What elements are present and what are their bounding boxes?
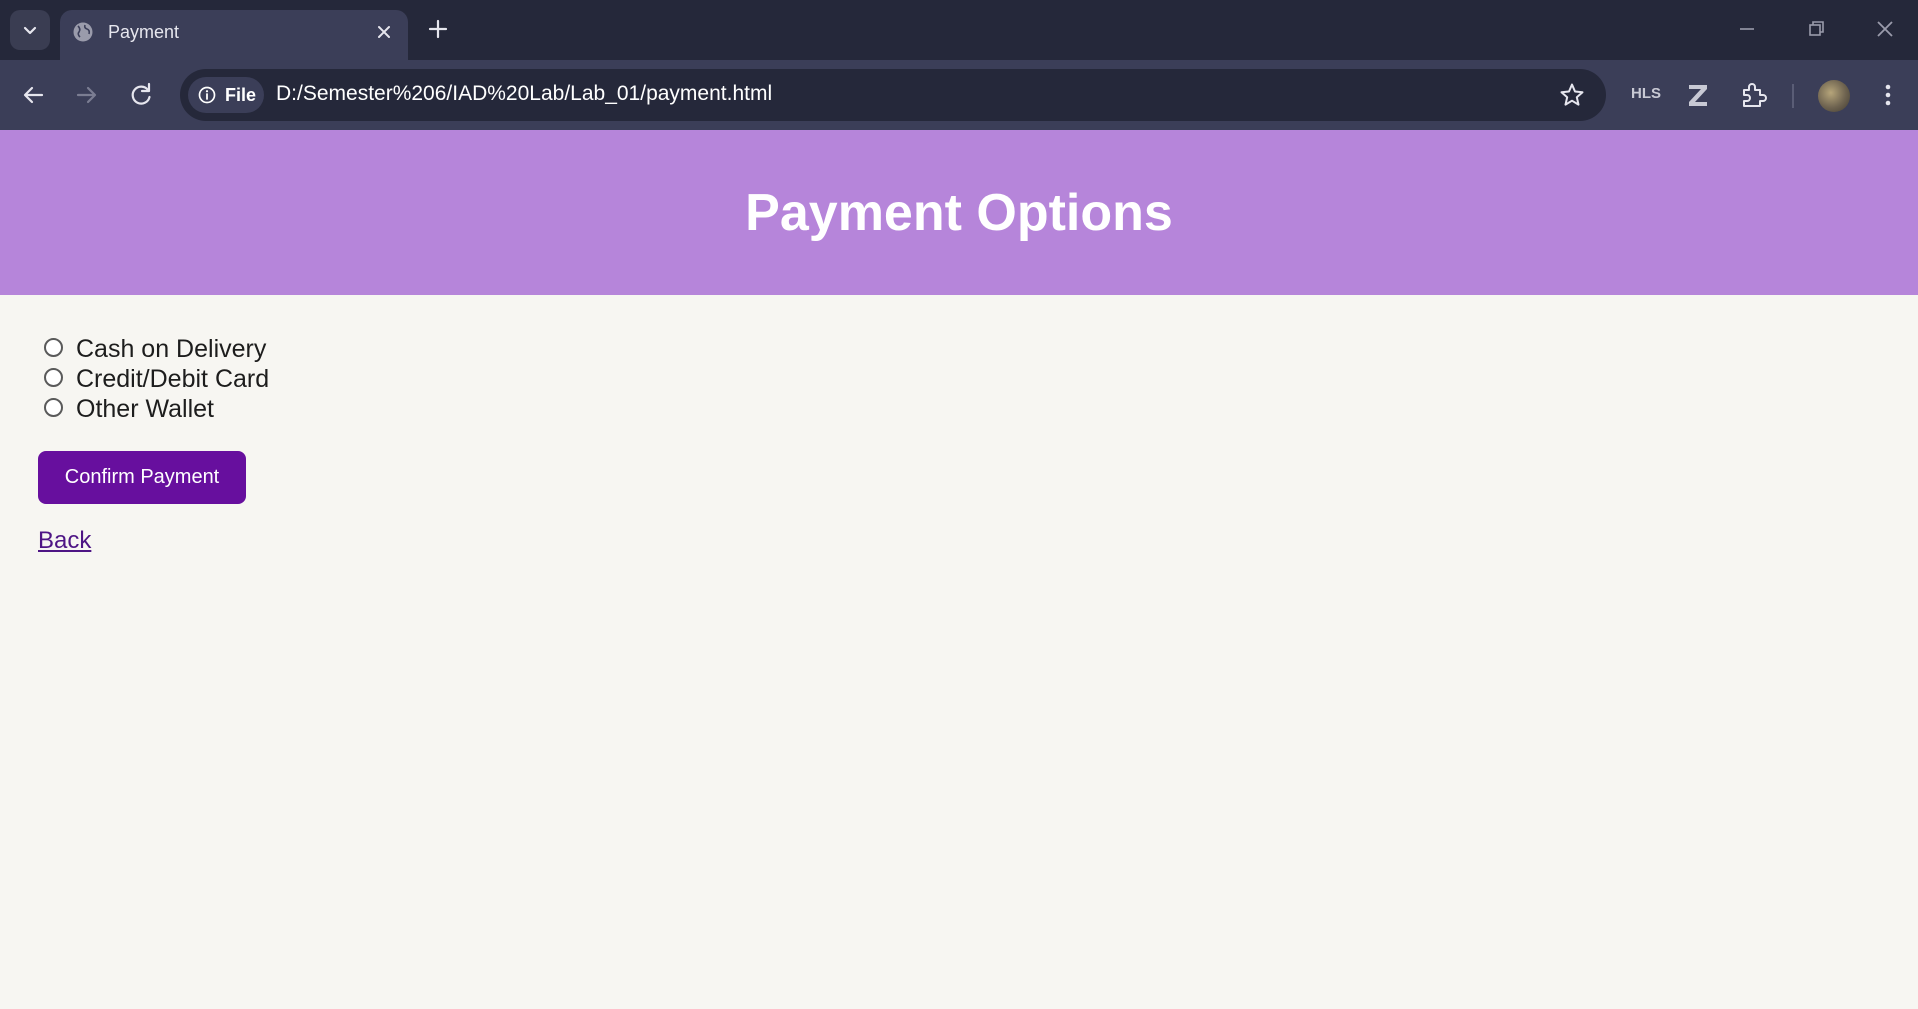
tab-payment[interactable]: Payment [60, 10, 408, 60]
site-chip-label: File [225, 85, 257, 105]
tab-search-button[interactable] [10, 10, 50, 50]
forward-arrow-icon[interactable] [72, 80, 102, 110]
radio-button[interactable] [44, 397, 63, 417]
restore-icon[interactable] [1802, 15, 1830, 43]
close-icon[interactable] [374, 22, 394, 42]
payment-option-label: Cash on Delivery [76, 334, 267, 363]
page-header: Payment Options [0, 130, 1918, 295]
payment-option-cash[interactable]: Cash on Delivery [44, 334, 269, 364]
kebab-menu-icon[interactable] [1872, 79, 1904, 111]
plus-icon[interactable] [425, 16, 451, 42]
reload-icon[interactable] [126, 80, 156, 110]
hls-extension-button[interactable]: HLS [1630, 85, 1662, 102]
page-title: Payment Options [745, 183, 1173, 242]
toolbar-divider [1792, 84, 1794, 108]
puzzle-icon[interactable] [1738, 79, 1770, 111]
zotero-icon[interactable] [1682, 79, 1714, 111]
browser-toolbar: File D:/Semester%206/IAD%20Lab/Lab_01/pa… [0, 60, 1918, 130]
radio-button[interactable] [44, 337, 63, 357]
payment-option-card[interactable]: Credit/Debit Card [44, 364, 269, 394]
payment-option-label: Other Wallet [76, 394, 215, 423]
radio-button[interactable] [44, 367, 63, 387]
tab-title: Payment [108, 22, 180, 42]
star-icon[interactable] [1558, 81, 1586, 109]
back-arrow-icon[interactable] [18, 80, 48, 110]
url-text[interactable]: D:/Semester%206/IAD%20Lab/Lab_01/payment… [276, 82, 772, 106]
minimize-icon[interactable] [1733, 15, 1761, 43]
site-info-chip[interactable]: File [188, 77, 264, 113]
back-link[interactable]: Back [38, 527, 91, 555]
info-icon [198, 86, 216, 104]
payment-option-label: Credit/Debit Card [76, 364, 270, 393]
payment-options-group: Cash on Delivery Credit/Debit Card Other… [44, 334, 269, 424]
globe-icon [73, 22, 93, 42]
payment-option-wallet[interactable]: Other Wallet [44, 394, 269, 424]
close-window-icon[interactable] [1871, 15, 1899, 43]
address-bar[interactable]: File D:/Semester%206/IAD%20Lab/Lab_01/pa… [180, 69, 1606, 121]
confirm-payment-button[interactable]: Confirm Payment [38, 451, 246, 504]
tab-strip: Payment [0, 0, 1918, 60]
profile-avatar[interactable] [1818, 80, 1850, 112]
chevron-down-icon [23, 26, 37, 35]
